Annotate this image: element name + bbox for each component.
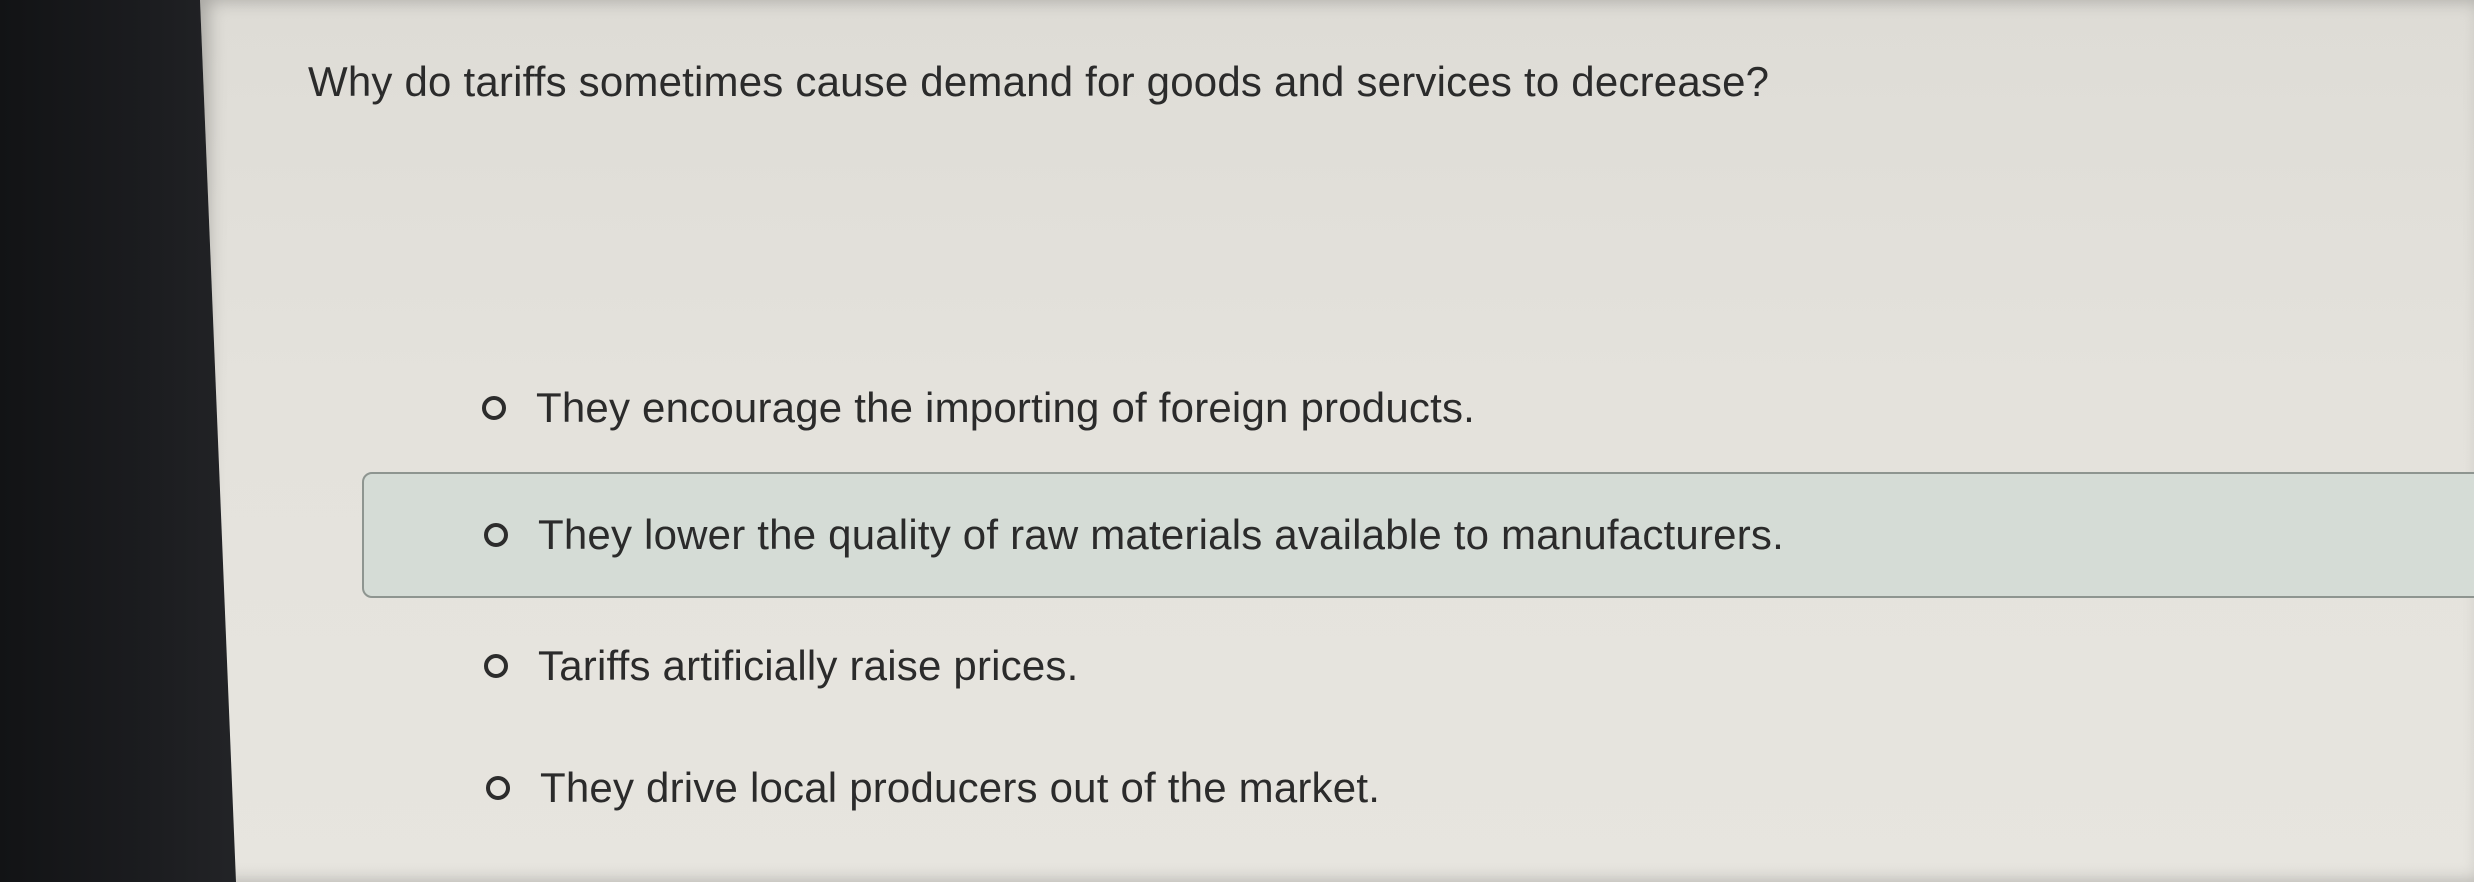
answer-option-label: Tariffs artificially raise prices. [538, 642, 1079, 689]
answer-option-3[interactable]: Tariffs artificially raise prices. [484, 642, 1079, 690]
radio-button-icon[interactable] [484, 523, 508, 547]
answer-options: They encourage the importing of foreign … [0, 0, 2474, 882]
answer-option-1[interactable]: They encourage the importing of foreign … [482, 384, 1475, 432]
radio-button-icon[interactable] [486, 776, 510, 800]
radio-button-icon[interactable] [484, 654, 508, 678]
answer-option-2[interactable]: They lower the quality of raw materials … [362, 472, 2474, 598]
radio-button-icon[interactable] [482, 396, 506, 420]
answer-option-label: They drive local producers out of the ma… [540, 764, 1381, 811]
answer-option-label: They encourage the importing of foreign … [536, 384, 1476, 431]
answer-option-label: They lower the quality of raw materials … [538, 511, 1784, 558]
answer-option-4[interactable]: They drive local producers out of the ma… [486, 764, 1380, 812]
